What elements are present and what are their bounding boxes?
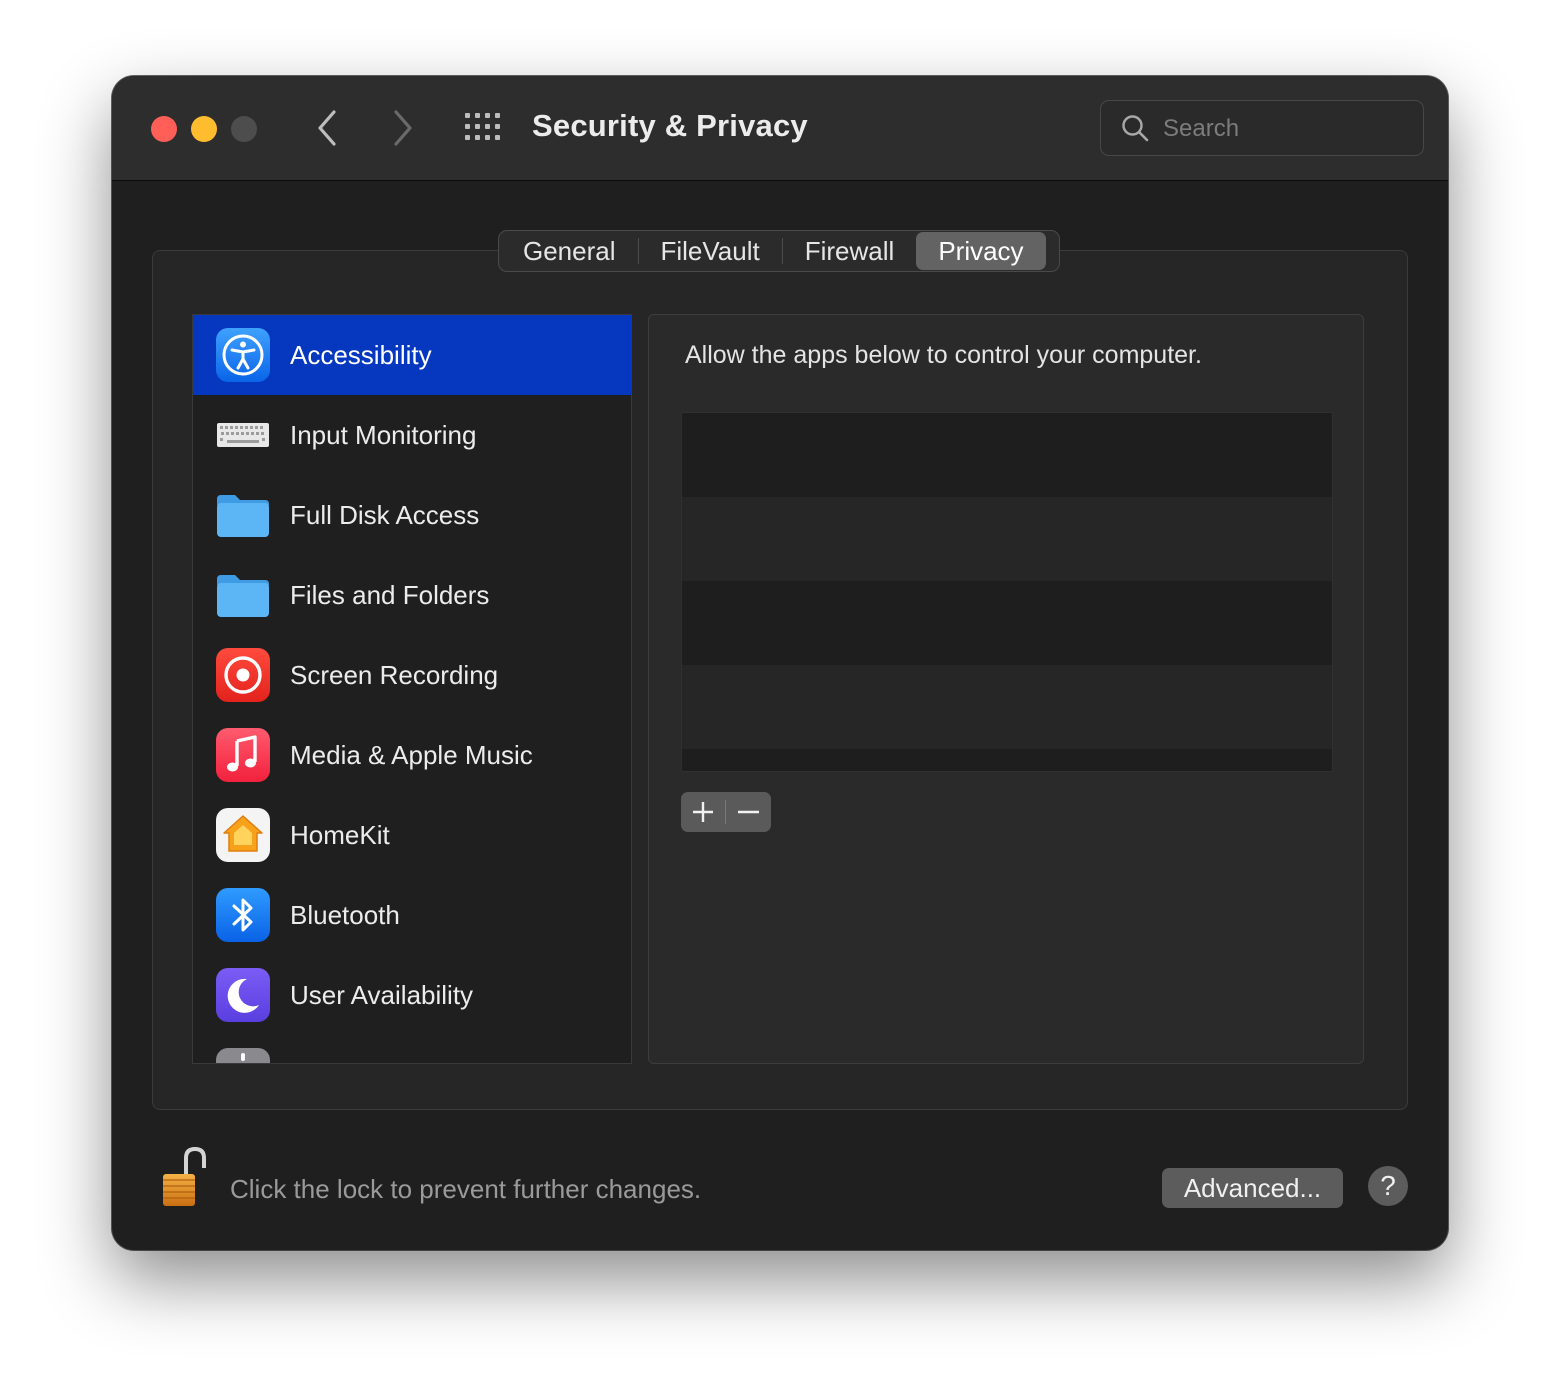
moon-icon <box>216 968 270 1022</box>
sidebar-item-label: Files and Folders <box>290 579 490 610</box>
sidebar-item-label: Accessibility <box>290 339 432 370</box>
bluetooth-icon <box>216 888 270 942</box>
accessibility-icon <box>216 328 270 382</box>
sidebar-item-label: HomeKit <box>290 819 390 850</box>
keyboard-icon <box>217 423 269 447</box>
chevron-left-icon <box>318 110 336 146</box>
list-row[interactable] <box>682 581 1332 665</box>
add-remove-control <box>681 792 771 832</box>
sidebar-item-label: Full Disk Access <box>290 499 480 530</box>
sidebar-item-label: Bluetooth <box>290 899 400 930</box>
grid-icon <box>465 113 500 140</box>
back-button[interactable] <box>308 106 348 150</box>
list-row[interactable] <box>682 497 1332 581</box>
partial-app-icon <box>216 1048 270 1063</box>
app-list[interactable] <box>681 412 1333 772</box>
folder-icon <box>217 495 269 537</box>
tab-filevault[interactable]: FileVault <box>639 232 782 270</box>
sidebar-item-next[interactable] <box>193 1035 631 1063</box>
lock-status-text: Click the lock to prevent further change… <box>230 1174 702 1204</box>
privacy-category-list[interactable]: Accessibility Input Monitoring Full Disk… <box>192 314 632 1064</box>
music-icon <box>216 728 270 782</box>
list-row[interactable] <box>682 413 1332 497</box>
help-button[interactable]: ? <box>1368 1166 1408 1206</box>
list-row[interactable] <box>682 749 1332 771</box>
pane-description: Allow the apps below to control your com… <box>685 341 1202 369</box>
add-button[interactable] <box>681 792 725 832</box>
sidebar-item-full-disk-access[interactable]: Full Disk Access <box>193 475 631 555</box>
show-all-button[interactable] <box>464 112 502 142</box>
home-icon <box>216 808 270 862</box>
chevron-right-icon <box>394 110 412 146</box>
tab-firewall[interactable]: Firewall <box>783 232 917 270</box>
sidebar-item-user-availability[interactable]: User Availability <box>193 955 631 1035</box>
list-row[interactable] <box>682 665 1332 749</box>
minimize-button[interactable] <box>191 116 217 142</box>
window-title: Security & Privacy <box>532 108 808 143</box>
zoom-button[interactable] <box>231 116 257 142</box>
sidebar-item-files-and-folders[interactable]: Files and Folders <box>193 555 631 635</box>
tab-general[interactable]: General <box>501 232 638 270</box>
tab-bar: General FileVault Firewall Privacy <box>498 230 1060 272</box>
sidebar-item-label: Screen Recording <box>290 659 499 690</box>
close-button[interactable] <box>151 116 177 142</box>
folder-icon <box>217 575 269 617</box>
search-icon <box>1122 115 1149 142</box>
forward-button[interactable] <box>382 106 422 150</box>
minus-icon <box>738 810 759 814</box>
accessibility-pane: Allow the apps below to control your com… <box>648 314 1364 1064</box>
sidebar-item-label: User Availability <box>290 979 474 1010</box>
sidebar-item-label: Media & Apple Music <box>290 739 533 770</box>
sidebar-item-media-apple-music[interactable]: Media & Apple Music <box>193 715 631 795</box>
search-input[interactable] <box>1161 109 1415 149</box>
sidebar-item-screen-recording[interactable]: Screen Recording <box>193 635 631 715</box>
remove-button[interactable] <box>726 792 770 832</box>
lock-button[interactable] <box>160 1146 210 1210</box>
sidebar-item-accessibility[interactable]: Accessibility <box>193 315 631 395</box>
search-field[interactable] <box>1100 100 1424 156</box>
titlebar: Security & Privacy <box>112 76 1448 181</box>
sidebar-item-input-monitoring[interactable]: Input Monitoring <box>193 395 631 475</box>
screen-recording-icon <box>216 648 270 702</box>
sidebar-item-homekit[interactable]: HomeKit <box>193 795 631 875</box>
sidebar-item-bluetooth[interactable]: Bluetooth <box>193 875 631 955</box>
advanced-button[interactable]: Advanced... <box>1162 1168 1343 1208</box>
plus-icon <box>693 802 713 822</box>
tab-privacy[interactable]: Privacy <box>916 232 1046 270</box>
unlocked-padlock-icon <box>163 1146 206 1206</box>
sidebar-item-label: Input Monitoring <box>290 419 477 450</box>
preferences-window: Security & Privacy General FileVault Fir… <box>112 76 1448 1250</box>
